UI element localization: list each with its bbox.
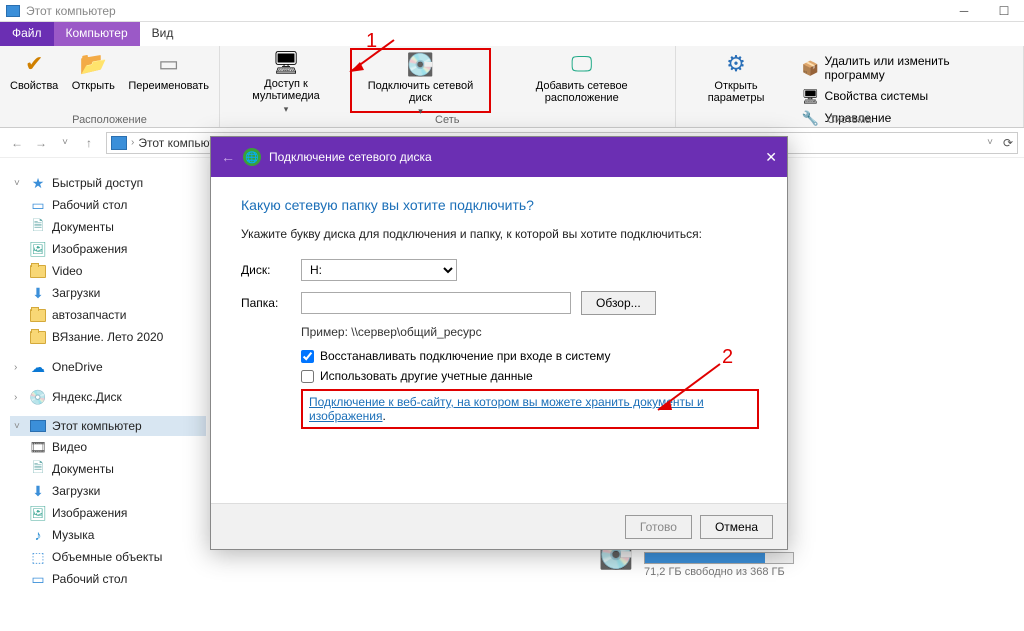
sidebar-item-pictures[interactable]: 🖼 Изображения xyxy=(10,238,206,260)
sidebar-item-quick-access[interactable]: ˅★ Быстрый доступ xyxy=(10,172,206,194)
media-server-icon: 🖥 xyxy=(270,50,302,76)
monitor-small-icon: 🖥 xyxy=(803,88,819,104)
ribbon-group-network: 🖥 Доступ к мультимедиа ▾ 💽 Подключить се… xyxy=(220,46,676,127)
sidebar-item-desktop[interactable]: ▭ Рабочий стол xyxy=(10,194,206,216)
drive-letter-select[interactable]: H: xyxy=(301,259,457,281)
rename-icon: ▭ xyxy=(153,50,185,78)
sidebar-item-3d[interactable]: ⬚ Объемные объекты xyxy=(10,546,206,568)
nav-recent-button[interactable]: ˅ xyxy=(54,132,76,154)
sidebar-item-knitting[interactable]: ВЯзание. Лето 2020 xyxy=(10,326,206,348)
folder-icon xyxy=(30,263,46,279)
minimize-button[interactable]: ─ xyxy=(944,0,984,22)
downloads-icon: ⬇ xyxy=(30,285,46,301)
other-credentials-checkbox[interactable] xyxy=(301,370,314,383)
star-icon: ★ xyxy=(30,175,46,191)
nav-back-button[interactable]: ← xyxy=(6,132,28,154)
drive-capacity-bar xyxy=(644,552,794,564)
box-icon: 📦 xyxy=(803,60,819,76)
nav-forward-button[interactable]: → xyxy=(30,132,52,154)
annotation-arrow-1 xyxy=(346,38,406,78)
network-drive-icon: 💽 xyxy=(404,52,436,78)
rename-button[interactable]: ▭ Переименовать xyxy=(124,48,213,113)
dialog-titlebar: ← 🌐 Подключение сетевого диска ✕ xyxy=(211,137,787,177)
sidebar-item-downloads[interactable]: ⬇ Загрузки xyxy=(10,480,206,502)
add-network-location-button[interactable]: 🖵 Добавить сетевое расположение xyxy=(495,48,669,113)
monitor-icon xyxy=(30,420,46,432)
open-button[interactable]: 📂 Открыть xyxy=(66,48,120,113)
window-titlebar: Этот компьютер ─ ☐ xyxy=(0,0,1024,22)
picture-icon: 🖼 xyxy=(30,241,46,257)
folder-icon xyxy=(30,329,46,345)
sidebar-item-onedrive[interactable]: ›☁ OneDrive xyxy=(10,356,206,378)
reconnect-checkbox[interactable] xyxy=(301,350,314,363)
checkmark-icon: ✔ xyxy=(18,50,50,78)
sidebar-item-docs[interactable]: 🗎 Документы xyxy=(10,458,206,480)
ribbon: ✔ Свойства 📂 Открыть ▭ Переименовать Рас… xyxy=(0,46,1024,128)
properties-button[interactable]: ✔ Свойства xyxy=(6,48,62,113)
refresh-icon[interactable]: ⟳ xyxy=(1003,136,1013,150)
downloads-icon: ⬇ xyxy=(30,483,46,499)
document-icon: 🗎 xyxy=(30,219,46,235)
system-properties-button[interactable]: 🖥 Свойства системы xyxy=(799,86,1013,106)
open-settings-button[interactable]: ⚙ Открыть параметры xyxy=(682,48,791,113)
sidebar-item-downloads[interactable]: ⬇ Загрузки xyxy=(10,282,206,304)
annotation-arrow-2 xyxy=(650,360,730,420)
ribbon-group-system: ⚙ Открыть параметры 📦 Удалить или измени… xyxy=(676,46,1024,127)
monitor-icon xyxy=(6,5,20,17)
thispc-icon xyxy=(111,136,127,150)
sidebar-item-music[interactable]: ♪ Музыка xyxy=(10,524,206,546)
dialog-title: Подключение сетевого диска xyxy=(269,150,432,164)
browse-button[interactable]: Обзор... xyxy=(581,291,656,315)
sidebar-item-autoparts[interactable]: автозапчасти xyxy=(10,304,206,326)
tab-view[interactable]: Вид xyxy=(140,22,186,46)
drive-label: Диск: xyxy=(241,263,291,277)
open-icon: 📂 xyxy=(77,50,109,78)
tab-computer[interactable]: Компьютер xyxy=(54,22,140,46)
desktop-icon: ▭ xyxy=(30,197,46,213)
connect-website-link[interactable]: Подключение к веб-сайту, на котором вы м… xyxy=(309,395,704,423)
globe-icon: 🌐 xyxy=(243,148,261,166)
music-icon: ♪ xyxy=(30,527,46,543)
sidebar-item-yandex[interactable]: ›💿 Яндекс.Диск xyxy=(10,386,206,408)
gear-icon: ⚙ xyxy=(720,50,752,78)
window-title: Этот компьютер xyxy=(26,4,116,18)
sidebar-item-pictures[interactable]: 🖼 Изображения xyxy=(10,502,206,524)
uninstall-program-button[interactable]: 📦 Удалить или изменить программу xyxy=(799,52,1013,84)
desktop-icon: ▭ xyxy=(30,571,46,587)
nav-up-button[interactable]: ↑ xyxy=(78,132,100,154)
navigation-sidebar: ˅★ Быстрый доступ ▭ Рабочий стол 🗎 Докум… xyxy=(0,166,206,631)
folder-icon xyxy=(30,307,46,323)
ribbon-tabstrip: Файл Компьютер Вид xyxy=(0,22,1024,46)
sidebar-item-desktop[interactable]: ▭ Рабочий стол xyxy=(10,568,206,590)
tab-file[interactable]: Файл xyxy=(0,22,54,46)
dialog-back-button[interactable]: ← xyxy=(221,149,235,165)
media-access-button[interactable]: 🖥 Доступ к мультимедиа ▾ xyxy=(226,48,346,113)
monitor-icon: 🖵 xyxy=(566,50,598,78)
dialog-close-button[interactable]: ✕ xyxy=(765,149,777,166)
maximize-button[interactable]: ☐ xyxy=(984,0,1024,22)
example-text: Пример: \\сервер\общий_ресурс xyxy=(301,325,757,339)
cloud-icon: ☁ xyxy=(30,359,46,375)
yandex-disk-icon: 💿 xyxy=(30,389,46,405)
document-icon: 🗎 xyxy=(30,461,46,477)
map-network-drive-dialog: ← 🌐 Подключение сетевого диска ✕ Какую с… xyxy=(210,136,788,550)
video-icon: 🎞 xyxy=(30,439,46,455)
folder-label: Папка: xyxy=(241,296,291,310)
sidebar-item-thispc[interactable]: ˅ Этот компьютер xyxy=(10,416,206,436)
dialog-subtitle: Укажите букву диска для подключения и па… xyxy=(241,227,757,241)
done-button[interactable]: Готово xyxy=(625,515,692,539)
folder-path-input[interactable] xyxy=(301,292,571,314)
cancel-button[interactable]: Отмена xyxy=(700,515,773,539)
sidebar-item-video[interactable]: 🎞 Видео xyxy=(10,436,206,458)
sidebar-item-documents[interactable]: 🗎 Документы xyxy=(10,216,206,238)
dialog-heading: Какую сетевую папку вы хотите подключить… xyxy=(241,197,757,213)
sidebar-item-video[interactable]: Video xyxy=(10,260,206,282)
cube-icon: ⬚ xyxy=(30,549,46,565)
picture-icon: 🖼 xyxy=(30,505,46,521)
address-dropdown-icon[interactable]: ˅ xyxy=(987,137,993,148)
dialog-footer: Готово Отмена xyxy=(211,503,787,549)
ribbon-group-location: ✔ Свойства 📂 Открыть ▭ Переименовать Рас… xyxy=(0,46,220,127)
